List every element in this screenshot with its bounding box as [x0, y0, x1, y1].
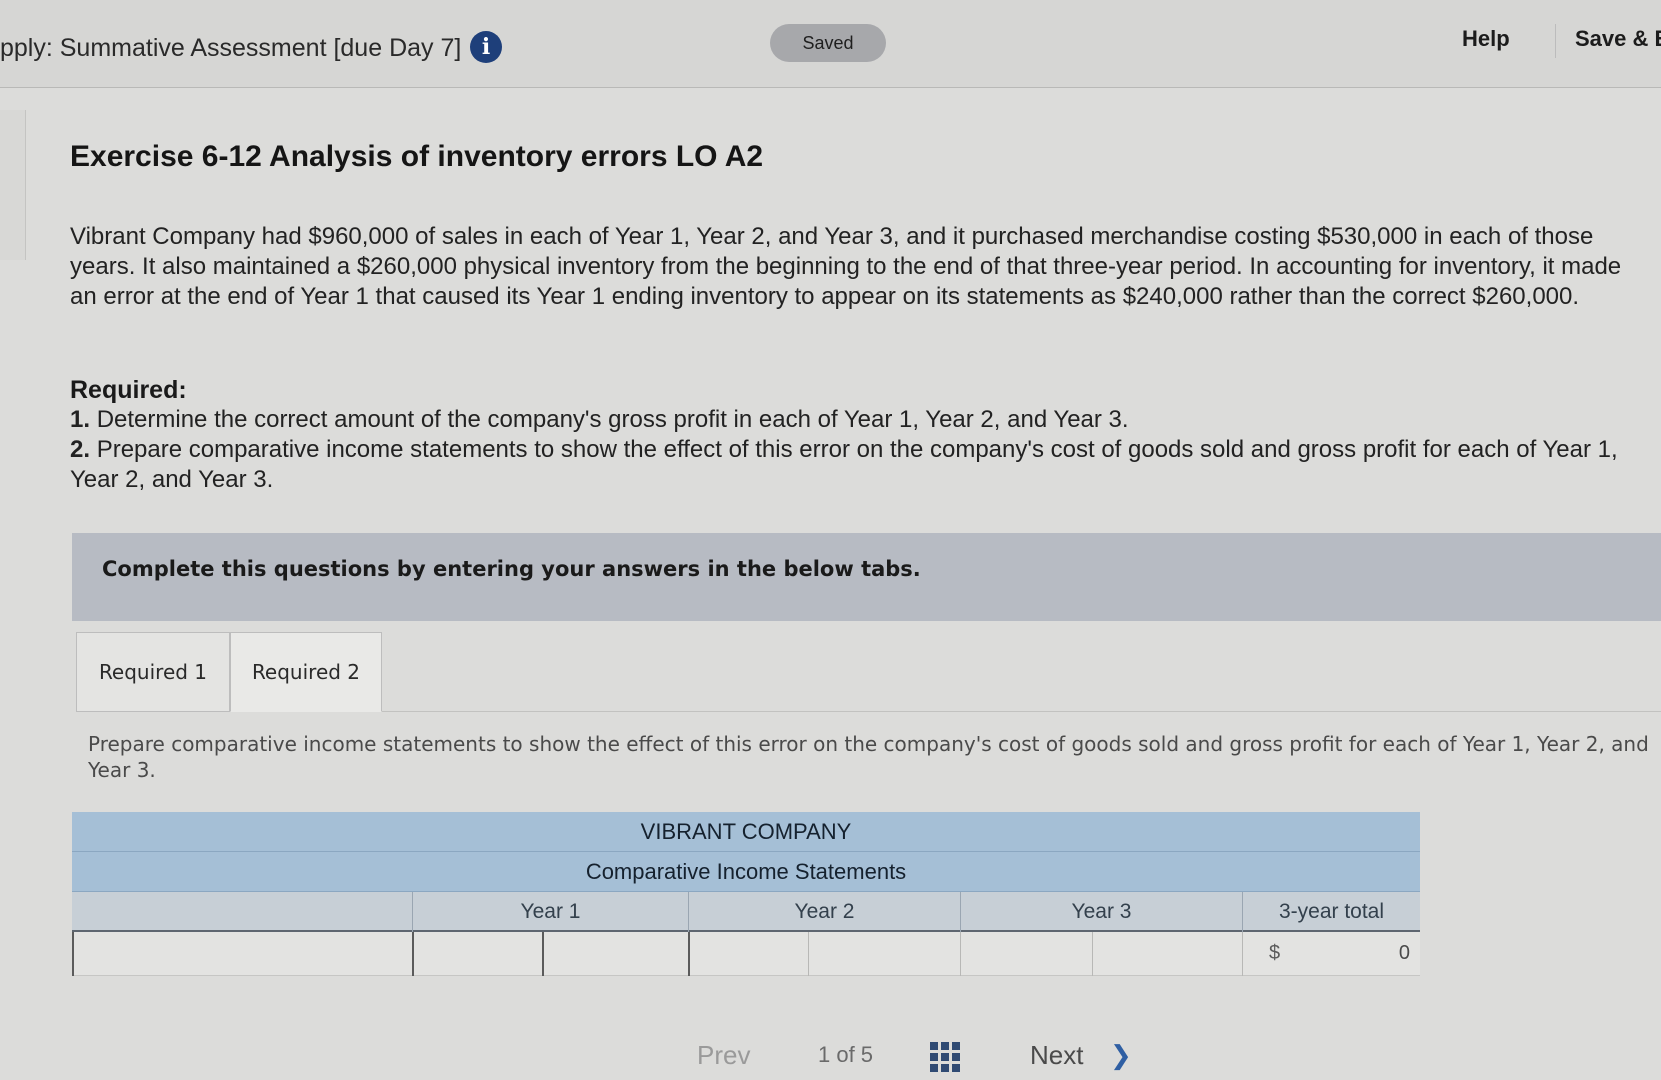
requirements-list: 1. Determine the correct amount of the c… [70, 405, 1650, 495]
next-button[interactable]: Next [1030, 1040, 1083, 1071]
column-header-row: Year 1 Year 2 Year 3 3-year total [72, 892, 1420, 932]
year-3-input[interactable] [960, 932, 1092, 976]
requirement-text: Prepare comparative income statements to… [70, 436, 1618, 493]
total-value: 0 [1398, 942, 1410, 964]
prev-button[interactable]: Prev [697, 1040, 750, 1071]
row-label-input[interactable] [72, 932, 412, 976]
exercise-title: Exercise 6-12 Analysis of inventory erro… [70, 140, 764, 173]
requirement-number: 1. [70, 406, 91, 433]
tab-required-1[interactable]: Required 1 [76, 632, 230, 712]
page-indicator: 1 of 5 [818, 1042, 874, 1067]
top-bar: pply: Summative Assessment [due Day 7] i… [0, 0, 1661, 88]
grid-icon[interactable] [930, 1042, 962, 1072]
column-header-year-2: Year 2 [688, 892, 960, 932]
company-name-header: VIBRANT COMPANY [72, 812, 1420, 852]
instruction-text: Complete this questions by entering your… [102, 557, 921, 581]
column-header-3-year-total: 3-year total [1242, 892, 1420, 932]
requirement-text: Determine the correct amount of the comp… [96, 406, 1129, 433]
year-2-input[interactable] [688, 932, 808, 976]
instruction-banner: Complete this questions by entering your… [72, 533, 1661, 621]
help-button[interactable]: Help [1462, 26, 1510, 52]
year-1-amount-input[interactable] [542, 932, 688, 976]
requirement-number: 2. [70, 436, 91, 463]
statement-title-header: Comparative Income Statements [72, 852, 1420, 892]
pager: Prev 1 of 5 Next ❯ [0, 1036, 1661, 1080]
save-exit-button[interactable]: Save & E [1575, 26, 1661, 52]
year-3-amount-input[interactable] [1092, 932, 1242, 976]
requirement-item: 2. Prepare comparative income statements… [70, 435, 1650, 495]
chevron-right-icon[interactable]: ❯ [1110, 1040, 1132, 1071]
currency-symbol: $ [1269, 942, 1281, 964]
year-2-amount-input[interactable] [808, 932, 960, 976]
income-statement-table: VIBRANT COMPANY Comparative Income State… [72, 812, 1420, 980]
required-heading: Required: [70, 376, 187, 404]
table-row: $ 0 [72, 932, 1420, 976]
year-1-input[interactable] [412, 932, 542, 976]
info-icon[interactable]: i [470, 31, 502, 63]
column-header-year-3: Year 3 [960, 892, 1242, 932]
top-divider [1555, 24, 1556, 58]
left-panel-edge [0, 110, 26, 260]
column-header-year-1: Year 1 [412, 892, 688, 932]
total-cell: $ 0 [1242, 932, 1420, 976]
saved-status-badge: Saved [770, 24, 886, 62]
exercise-description: Vibrant Company had $960,000 of sales in… [70, 223, 1622, 310]
tab-divider [382, 711, 1661, 712]
tab-prompt: Prepare comparative income statements to… [88, 732, 1649, 782]
requirement-item: 1. Determine the correct amount of the c… [70, 405, 1650, 435]
tab-required-2[interactable]: Required 2 [230, 632, 382, 712]
assignment-title: pply: Summative Assessment [due Day 7] [0, 34, 462, 62]
